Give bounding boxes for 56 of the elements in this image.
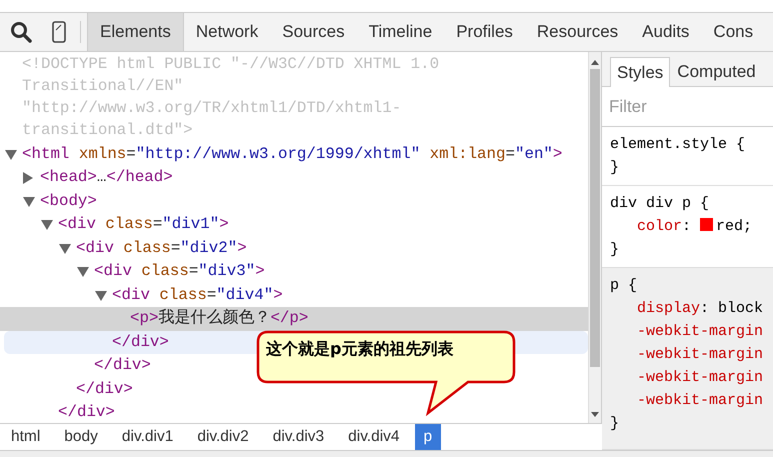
style-property: -webkit-margin: [637, 369, 764, 386]
code-line: <div class="div1">: [58, 214, 229, 235]
collapsed-triangle-icon[interactable]: [23, 172, 33, 184]
selected-row[interactable]: <p>我是什么颜色？</p>: [0, 307, 588, 330]
rule-selector: div div p {: [610, 195, 710, 212]
breadcrumb[interactable]: div.div2: [188, 424, 258, 450]
code-line: <html xmlns="http://www.w3.org/1999/xhtml" xml:lang="en">: [22, 144, 562, 164]
closing-brace: }: [610, 159, 620, 176]
panel-tab[interactable]: Profiles: [444, 13, 525, 51]
panel-tab[interactable]: Resources: [524, 13, 630, 51]
closing-brace: }: [610, 415, 620, 432]
breadcrumb[interactable]: div.div4: [339, 424, 409, 450]
code-line: <body>: [40, 190, 97, 212]
color-swatch[interactable]: [700, 218, 714, 231]
style-value: red;: [716, 218, 752, 235]
breadcrumb[interactable]: div.div1: [112, 424, 182, 450]
code-line: <div class="div4">: [112, 284, 283, 306]
code-line: </div>: [94, 355, 151, 376]
panel-tab[interactable]: Elements: [87, 13, 184, 51]
code-line: </div>: [58, 402, 115, 423]
expanded-triangle-icon[interactable]: [5, 150, 17, 160]
expanded-triangle-icon[interactable]: [23, 196, 35, 206]
expanded-triangle-icon[interactable]: [59, 244, 71, 254]
style-declaration: color:: [637, 218, 692, 235]
style-value: block: [718, 300, 764, 317]
mobile-device-icon[interactable]: [52, 21, 66, 43]
style-property: -webkit-margin: [637, 392, 764, 409]
code-line: <div class="div2">: [76, 238, 247, 258]
code-line: <head>…</head>: [40, 167, 173, 188]
breadcrumb[interactable]: body: [55, 424, 107, 450]
panel-tab[interactable]: Timeline: [356, 13, 444, 51]
breadcrumb[interactable]: p: [414, 424, 442, 450]
breadcrumb[interactable]: html: [2, 424, 50, 450]
code-line: <p>我是什么颜色？</p>: [130, 308, 308, 329]
panel-tab[interactable]: Audits: [630, 13, 702, 51]
code-line: </div>: [112, 332, 169, 352]
sidebar-tab[interactable]: Computed: [670, 57, 763, 86]
rule-selector: element.style {: [610, 136, 746, 153]
callout-text: 这个就是p元素的祖先列表: [266, 339, 454, 360]
scrollbar[interactable]: [588, 52, 601, 423]
search-icon[interactable]: [10, 21, 32, 43]
closing-brace: }: [610, 241, 620, 258]
expanded-triangle-icon[interactable]: [41, 220, 53, 230]
breadcrumb[interactable]: div.div3: [264, 424, 334, 450]
panel-tab[interactable]: Cons: [701, 13, 766, 51]
style-property: -webkit-margin: [637, 323, 764, 340]
code-line: </div>: [76, 378, 133, 400]
expanded-triangle-icon[interactable]: [77, 267, 89, 277]
code-line: <div class="div3">: [94, 261, 265, 282]
panel-tab[interactable]: Network: [184, 13, 270, 51]
sidebar-tab[interactable]: Styles: [610, 57, 670, 87]
style-property: -webkit-margin: [637, 346, 764, 363]
panel-tab[interactable]: Sources: [270, 13, 357, 51]
style-declaration: display:: [637, 300, 710, 317]
rule-selector: p {: [610, 277, 638, 294]
code-line: <!DOCTYPE html PUBLIC "-//W3C//DTD XHTML 1.0 Transitional//EN" "http://www.w3.org/TR/xhtml1/DTD/xhtml1-transitional.dtd">: [22, 54, 440, 141]
